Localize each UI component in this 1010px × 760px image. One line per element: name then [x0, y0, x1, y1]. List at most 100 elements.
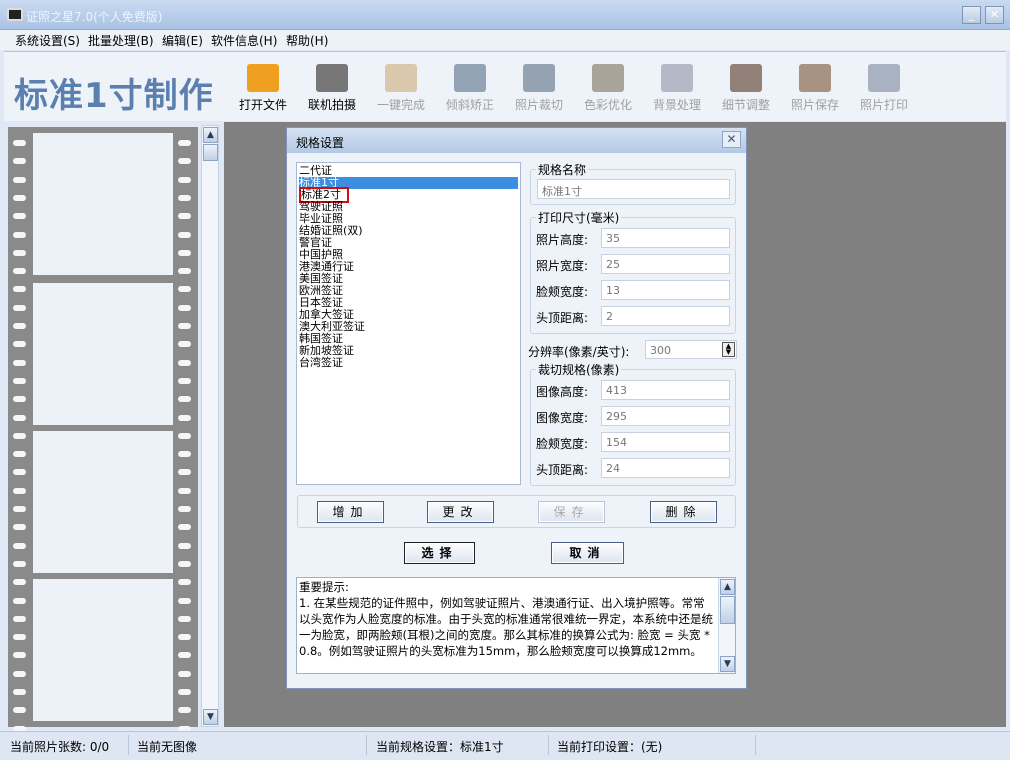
film-hole — [13, 506, 26, 512]
film-hole — [13, 579, 26, 585]
film-hole — [178, 451, 191, 457]
tool-camera-button[interactable]: 联机拍摄 — [301, 64, 363, 113]
film-hole — [178, 561, 191, 567]
crop_group-field-input[interactable]: 295 — [601, 406, 730, 426]
film-hole — [178, 506, 191, 512]
photo-frame-slot[interactable] — [33, 431, 173, 573]
photo-frame-slot[interactable] — [33, 283, 173, 425]
tool-crop-button[interactable]: 照片裁切 — [508, 64, 570, 113]
status-print: 当前打印设置：(无) — [557, 738, 662, 755]
film-hole — [13, 177, 26, 183]
film-hole — [178, 579, 191, 585]
film-hole — [13, 469, 26, 475]
status-bar: 当前照片张数: 0/0 当前无图像 当前规格设置：标准1寸 当前打印设置：(无) — [0, 731, 1010, 760]
film-hole — [13, 451, 26, 457]
spec-name-input[interactable]: 标准1寸 — [537, 179, 730, 199]
tool-rotate-button[interactable]: 倾斜矫正 — [439, 64, 501, 113]
crop_group-field-input[interactable]: 413 — [601, 380, 730, 400]
notes-textarea[interactable]: 重要提示: 1. 在某些规范的证件照中，例如驾驶证照片、港澳通行证、出入境护照等… — [296, 577, 736, 674]
film-hole — [13, 158, 26, 164]
film-hole — [178, 213, 191, 219]
print_group-field-input[interactable]: 2 — [601, 306, 730, 326]
print_group-field-label: 脸颊宽度: — [536, 283, 588, 300]
crop-spec-group: 裁切规格(像素) 图像高度:413图像宽度:295脸颊宽度:154头顶距离:24 — [530, 369, 736, 486]
film-hole — [178, 323, 191, 329]
film-hole — [178, 415, 191, 421]
print_group-field-input[interactable]: 25 — [601, 254, 730, 274]
histogram-icon — [730, 64, 762, 92]
cancel-button[interactable]: 取消 — [551, 542, 624, 564]
edit-buttons-group: 增加 更改 保存 删除 — [297, 495, 736, 528]
menu-software-info[interactable]: 软件信息(H) — [211, 32, 277, 49]
close-button[interactable]: ✕ — [985, 6, 1004, 24]
folder-icon — [247, 64, 279, 92]
scroll-thumb[interactable] — [203, 144, 218, 161]
film-hole — [178, 598, 191, 604]
film-hole — [13, 195, 26, 201]
film-hole — [178, 634, 191, 640]
notes-scrollbar[interactable]: ▲ ▼ — [718, 578, 735, 673]
menu-help[interactable]: 帮助(H) — [286, 32, 328, 49]
film-hole — [178, 616, 191, 622]
film-hole — [178, 305, 191, 311]
delete-button[interactable]: 删除 — [650, 501, 717, 523]
dialog-close-button[interactable]: ✕ — [722, 131, 741, 148]
select-button[interactable]: 选择 — [404, 542, 475, 564]
resolution-label: 分辨率(像素/英寸): — [528, 343, 629, 360]
menu-bar: 系统设置(S) 批量处理(B) 编辑(E) 软件信息(H) 帮助(H) — [0, 30, 1010, 50]
rotate-icon — [454, 64, 486, 92]
scroll-up-button[interactable]: ▲ — [203, 127, 218, 143]
photo-frame-slot[interactable] — [33, 579, 173, 721]
film-hole — [13, 286, 26, 292]
spec-list-item[interactable]: 台湾签证 — [299, 357, 518, 369]
tool-label: 色彩优化 — [577, 96, 639, 113]
tool-brush-button[interactable]: 背景处理 — [646, 64, 708, 113]
film-hole — [178, 524, 191, 530]
notes-scroll-down[interactable]: ▼ — [720, 656, 735, 672]
spec-name-label: 规格名称 — [536, 161, 588, 178]
mode-title: 标准1寸制作 — [14, 68, 214, 117]
scroll-down-button[interactable]: ▼ — [203, 709, 218, 725]
notes-scroll-up[interactable]: ▲ — [720, 579, 735, 595]
tool-label: 一键完成 — [370, 96, 432, 113]
tool-label: 照片打印 — [853, 96, 915, 113]
crop_group-field-label: 图像宽度: — [536, 409, 588, 426]
tool-hand-button[interactable]: 一键完成 — [370, 64, 432, 113]
tool-printer-button[interactable]: 照片打印 — [853, 64, 915, 113]
film-hole — [178, 232, 191, 238]
tool-label: 照片裁切 — [508, 96, 570, 113]
tool-label: 背景处理 — [646, 96, 708, 113]
print_group-field-label: 头顶距离: — [536, 309, 588, 326]
film-hole — [13, 250, 26, 256]
tool-floppy-button[interactable]: 照片保存 — [784, 64, 846, 113]
save-button[interactable]: 保存 — [538, 501, 605, 523]
menu-system-settings[interactable]: 系统设置(S) — [15, 32, 80, 49]
film-hole — [178, 341, 191, 347]
add-button[interactable]: 增加 — [317, 501, 384, 523]
hand-icon — [385, 64, 417, 92]
crop_group-field-input[interactable]: 154 — [601, 432, 730, 452]
spec-list[interactable]: 二代证标准1寸标准2寸驾驶证照毕业证照结婚证照(双)警官证中国护照港澳通行证美国… — [296, 162, 521, 485]
print_group-field-input[interactable]: 13 — [601, 280, 730, 300]
tool-histogram-button[interactable]: 细节调整 — [715, 64, 777, 113]
status-spec: 当前规格设置：标准1寸 — [376, 738, 504, 755]
toolbar: 标准1寸制作 打开文件联机拍摄一键完成倾斜矫正照片裁切色彩优化背景处理细节调整照… — [4, 51, 1006, 121]
menu-batch[interactable]: 批量处理(B) — [88, 32, 154, 49]
resolution-spinner[interactable]: ▲▼ — [722, 342, 735, 357]
floppy-icon — [799, 64, 831, 92]
film-hole — [13, 140, 26, 146]
crop_group-field-input[interactable]: 24 — [601, 458, 730, 478]
minimize-button[interactable]: _ — [962, 6, 981, 24]
print_group-field-input[interactable]: 35 — [601, 228, 730, 248]
film-hole — [13, 543, 26, 549]
tool-sliders-button[interactable]: 色彩优化 — [577, 64, 639, 113]
tool-folder-button[interactable]: 打开文件 — [232, 64, 294, 113]
spec-settings-dialog: 规格设置 ✕ 二代证标准1寸标准2寸驾驶证照毕业证照结婚证照(双)警官证中国护照… — [286, 127, 747, 689]
menu-edit[interactable]: 编辑(E) — [162, 32, 203, 49]
film-scrollbar[interactable]: ▲ ▼ — [201, 125, 219, 727]
print-size-group: 打印尺寸(毫米) 照片高度:35照片宽度:25脸颊宽度:13头顶距离:2 — [530, 217, 736, 334]
photo-frame-slot[interactable] — [33, 133, 173, 275]
modify-button[interactable]: 更改 — [427, 501, 494, 523]
notes-scroll-thumb[interactable] — [720, 596, 735, 624]
film-hole — [13, 524, 26, 530]
